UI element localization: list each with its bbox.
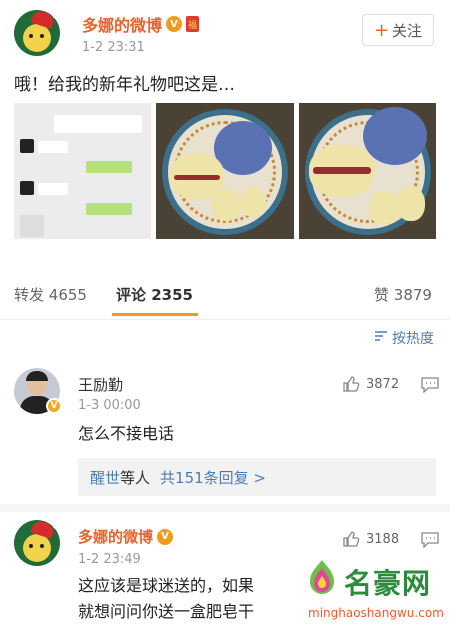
vip-icon: V: [157, 528, 174, 545]
sort-bar: 按热度: [0, 320, 450, 364]
commenter-name[interactable]: 王励勤: [78, 374, 123, 395]
stats-bar: 转发 4655 评论 2355 赞 3879: [0, 262, 450, 320]
commenter-name[interactable]: 多娜的微博: [78, 526, 153, 547]
comment-like-button[interactable]: 3188: [342, 530, 399, 548]
plus-icon: +: [373, 19, 390, 41]
repost-count: 4655: [48, 286, 87, 304]
sort-icon: [374, 330, 388, 346]
photo-grid: [14, 103, 436, 239]
flower-logo-icon: [310, 560, 334, 594]
reply-icon[interactable]: [421, 377, 439, 393]
commenter-name-row: 多娜的微博 V: [78, 526, 174, 547]
comment-like-count: 3188: [366, 531, 400, 547]
comment-count: 2355: [151, 286, 193, 304]
watermark-url: minghaoshangwu.com: [308, 606, 444, 620]
vip-icon: V: [166, 16, 183, 32]
comment-separator: [0, 504, 450, 512]
author-avatar[interactable]: [14, 10, 60, 56]
comment-text: 怎么不接电话: [78, 424, 175, 443]
verified-icon: V: [46, 398, 62, 414]
post-text: 哦！给我的新年礼物吧这是…: [14, 75, 235, 95]
author-name[interactable]: 多娜的微博: [82, 12, 162, 36]
follow-button[interactable]: + 关注: [362, 14, 434, 46]
commenter-avatar[interactable]: [14, 520, 60, 566]
post-time: 1-2 23:31: [82, 40, 145, 55]
reply-user[interactable]: 醒世: [90, 467, 120, 488]
thumbs-up-icon: [343, 376, 360, 392]
reply-icon[interactable]: [421, 532, 439, 548]
site-watermark: 名豪网 minghaoshangwu.com: [298, 550, 450, 630]
photo-macarons-2[interactable]: [298, 103, 436, 239]
view-replies-link[interactable]: 共151条回复 >: [160, 467, 266, 488]
red-packet-icon: 福: [186, 16, 200, 32]
post-header: 多娜的微博 V 福 1-2 23:31 + 关注: [0, 0, 450, 62]
like-count: 3879: [393, 286, 432, 304]
thumbs-up-icon: [343, 531, 360, 547]
comment-item: V 王励勤 1-3 00:00 3872 怎么不接电话 醒世 等人 共151条回…: [0, 364, 450, 504]
author-row: 多娜的微博 V 福: [82, 12, 200, 36]
comment-like-count: 3872: [366, 376, 400, 392]
sort-by-heat-button[interactable]: 按热度: [374, 328, 434, 348]
comment-time: 1-2 23:49: [78, 552, 141, 567]
photo-chat-screenshot[interactable]: [14, 103, 152, 239]
tab-repost[interactable]: 转发 4655: [14, 284, 87, 305]
comment-text-line-1: 这应该是球迷送的，如果: [78, 576, 255, 595]
comment-text-line-2: 就想问问你送一盒肥皂干: [78, 602, 255, 621]
replies-link[interactable]: 醒世 等人 共151条回复 >: [78, 458, 436, 496]
tab-like[interactable]: 赞 3879: [374, 284, 432, 305]
active-tab-indicator: [112, 313, 198, 316]
comment-like-button[interactable]: 3872: [342, 375, 399, 393]
tab-comment[interactable]: 评论 2355: [116, 284, 193, 305]
watermark-title: 名豪网: [344, 567, 432, 600]
comment-time: 1-3 00:00: [78, 398, 141, 413]
photo-macarons-1[interactable]: [156, 103, 294, 239]
follow-label: 关注: [392, 21, 423, 40]
